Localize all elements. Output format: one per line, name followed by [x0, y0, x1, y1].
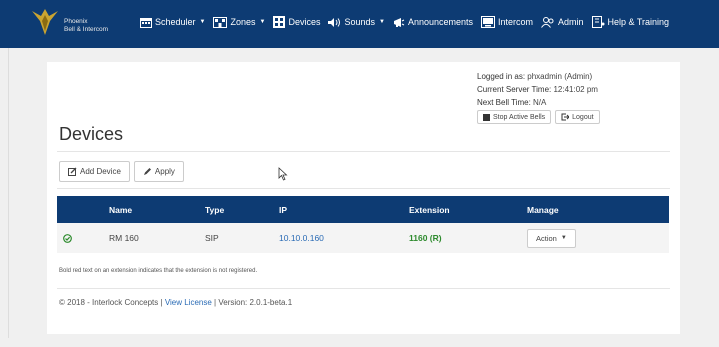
mouse-cursor-icon — [278, 167, 288, 181]
users-icon — [541, 17, 554, 28]
stop-icon — [483, 113, 490, 121]
devices-table-header: Name Type IP Extension Manage — [57, 196, 669, 223]
device-toolbar: Add Device Apply — [59, 161, 188, 182]
footer: © 2018 - Interlock Concepts | View Licen… — [59, 298, 292, 307]
logged-in-value: phxadmin (Admin) — [527, 72, 593, 81]
nav-scheduler[interactable]: Scheduler ▼ — [140, 17, 205, 28]
apply-label: Apply — [154, 167, 175, 176]
nav-admin[interactable]: Admin — [541, 16, 584, 28]
stop-active-bells-button[interactable]: Stop Active Bells — [477, 110, 552, 124]
chevron-down-icon: ▼ — [199, 19, 206, 25]
header-type[interactable]: Type — [205, 196, 224, 223]
session-info: Logged in as: phxadmin (Admin) Current S… — [477, 70, 598, 109]
chevron-down-icon: ▼ — [560, 235, 567, 241]
building-icon — [213, 16, 228, 28]
registration-note: Bold red text on an extension indicates … — [59, 268, 258, 274]
footer-copyright: © 2018 - Interlock Concepts | — [59, 298, 163, 307]
action-label: Action — [536, 233, 557, 243]
device-type: SIP — [205, 233, 219, 243]
logged-in-label: Logged in as: — [477, 72, 526, 81]
manage-cell: Action ▼ — [527, 223, 576, 253]
footer-version: | Version: 2.0.1-beta.1 — [214, 298, 293, 307]
device-extension: 1160 (R) — [409, 233, 442, 243]
chevron-down-icon: ▼ — [259, 19, 266, 25]
header-name[interactable]: Name — [109, 196, 132, 223]
header-ip[interactable]: IP — [279, 196, 287, 223]
brand-line1: Phoenix — [64, 18, 88, 25]
header-extension[interactable]: Extension — [409, 196, 450, 223]
devices-icon — [273, 16, 286, 28]
nav-scheduler-label: Scheduler — [155, 17, 196, 27]
nav-zones[interactable]: Zones ▼ — [213, 16, 266, 28]
brand-text: Phoenix Bell & Intercom — [64, 18, 108, 34]
nav-zones-label: Zones — [230, 17, 256, 27]
speaker-icon — [328, 17, 341, 27]
calendar-icon — [140, 17, 152, 28]
toolbar-divider — [57, 188, 670, 189]
nav-announcements-label: Announcements — [407, 17, 473, 27]
server-time-value: 12:41:02 pm — [553, 85, 598, 94]
nav-help-training[interactable]: Help & Training — [591, 16, 670, 28]
nav-devices[interactable]: Devices — [273, 16, 320, 28]
server-time-label: Current Server Time: — [477, 85, 552, 94]
megaphone-icon — [393, 17, 405, 27]
next-bell-label: Next Bell Time: — [477, 98, 531, 107]
nav-sounds[interactable]: Sounds ▼ — [328, 17, 385, 28]
device-name: RM 160 — [109, 233, 139, 243]
nav-admin-label: Admin — [558, 17, 584, 27]
nav-sounds-label: Sounds — [344, 17, 375, 27]
nav-help-label: Help & Training — [607, 17, 670, 27]
page-title: Devices — [59, 124, 124, 144]
logout-icon — [561, 113, 570, 121]
chevron-down-icon: ▼ — [379, 19, 385, 25]
session-buttons: Stop Active Bells Logout — [477, 110, 604, 124]
logout-button[interactable]: Logout — [555, 110, 600, 124]
nav-intercom-label: Intercom — [498, 17, 534, 27]
next-bell-row: Next Bell Time: N/A — [477, 96, 598, 109]
footer-divider — [57, 288, 670, 289]
left-divider — [8, 48, 9, 338]
intercom-icon — [481, 16, 495, 28]
add-device-button[interactable]: Add Device — [59, 161, 130, 182]
status-ok-icon — [63, 223, 72, 253]
edit-icon — [68, 167, 77, 176]
phoenix-logo-icon — [32, 9, 58, 35]
apply-button[interactable]: Apply — [133, 161, 184, 182]
nav-devices-label: Devices — [288, 17, 321, 27]
pencil-icon — [143, 168, 151, 175]
header-manage[interactable]: Manage — [527, 196, 559, 223]
next-bell-value: N/A — [533, 98, 547, 107]
add-device-label: Add Device — [80, 167, 121, 176]
brand-line2: Bell & Intercom — [64, 26, 109, 33]
table-row: RM 160 SIP 10.10.0.160 1160 (R) Action ▼ — [57, 223, 669, 253]
phoenix-logo[interactable]: Phoenix Bell & Intercom — [30, 7, 140, 41]
content-panel: Logged in as: phxadmin (Admin) Current S… — [47, 62, 680, 334]
server-time-row: Current Server Time: 12:41:02 pm — [477, 83, 598, 96]
view-license-link[interactable]: View License — [165, 298, 212, 307]
device-ip-link[interactable]: 10.10.0.160 — [279, 223, 324, 253]
top-navbar: Phoenix Bell & Intercom Scheduler ▼ Zones… — [0, 0, 719, 48]
logged-in-row: Logged in as: phxadmin (Admin) — [477, 70, 598, 83]
nav-announcements[interactable]: Announcements — [393, 17, 473, 28]
title-divider — [57, 151, 670, 152]
help-icon — [591, 16, 605, 28]
action-dropdown-button[interactable]: Action ▼ — [527, 228, 576, 248]
logout-label: Logout — [572, 113, 594, 121]
nav-intercom[interactable]: Intercom — [481, 16, 533, 28]
main-nav: Scheduler ▼ Zones ▼ Devices Sounds ▼ Announ… — [140, 16, 677, 28]
stop-active-bells-label: Stop Active Bells — [493, 113, 546, 121]
